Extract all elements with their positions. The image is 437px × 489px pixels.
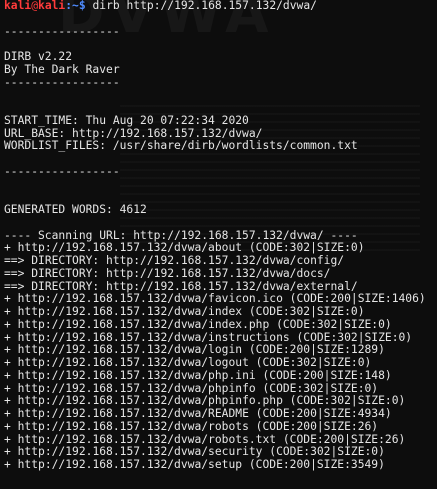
prompt-host: kali [38, 0, 66, 12]
result-text: http://192.168.157.132/dvwa/README (CODE… [17, 407, 392, 420]
banner-author: By The Dark Raver [4, 62, 120, 76]
result-marker: + [4, 292, 11, 306]
result-text: http://192.168.157.132/dvwa/setup (CODE:… [17, 458, 385, 471]
result-marker: + [4, 432, 11, 446]
result-line: + http://192.168.157.132/dvwa/setup (COD… [4, 458, 437, 472]
result-marker: + [4, 356, 11, 369]
result-text: http://192.168.157.132/dvwa/logout (CODE… [17, 356, 372, 369]
result-marker: + [4, 394, 11, 408]
result-marker: + [4, 407, 11, 420]
result-text: http://192.168.157.132/dvwa/robots.txt (… [17, 432, 406, 446]
result-text: http://192.168.157.132/dvwa/security (CO… [17, 445, 385, 459]
result-text: http://192.168.157.132/dvwa/login (CODE:… [17, 343, 385, 357]
result-marker: + [4, 458, 11, 471]
command-prompt-line: kali@kali:~$ dirb http://192.168.157.132… [4, 0, 437, 13]
scan-results-list: + http://192.168.157.132/dvwa/about (COD… [4, 241, 437, 472]
command-text: dirb http://192.168.157.132/dvwa/ [92, 0, 317, 12]
wordlist-files: WORDLIST_FILES: /usr/share/dirb/wordlist… [4, 139, 358, 153]
directory-arrow-icon: ==> [4, 254, 25, 267]
start-time: START_TIME: Thu Aug 20 07:22:34 2020 [4, 113, 249, 127]
generated-words: GENERATED WORDS: 4612 [4, 203, 147, 216]
result-text: http://192.168.157.132/dvwa/phpinfo (COD… [17, 381, 379, 395]
directory-arrow-icon: ==> [4, 279, 25, 293]
directory-text: DIRECTORY: http://192.168.157.132/dvwa/e… [31, 279, 358, 293]
banner-version: DIRB v2.22 [4, 50, 73, 63]
prompt-path: :~ [65, 0, 79, 12]
result-marker: + [4, 343, 11, 357]
separator-line: ----------------- [4, 164, 120, 178]
result-text: http://192.168.157.132/dvwa/index.php (C… [17, 317, 392, 331]
result-text: http://192.168.157.132/dvwa/robots (CODE… [17, 419, 379, 433]
result-marker: + [4, 368, 11, 382]
result-marker: + [4, 241, 11, 255]
separator-line: ----------------- [4, 75, 120, 89]
prompt-symbol: $ [78, 0, 86, 12]
result-marker: + [4, 419, 11, 433]
result-text: http://192.168.157.132/dvwa/index (CODE:… [17, 305, 365, 318]
result-marker: + [4, 330, 11, 344]
result-marker: + [4, 445, 11, 459]
result-text: http://192.168.157.132/dvwa/phpinfo.php … [17, 394, 406, 408]
prompt-at: @ [31, 0, 39, 12]
result-marker: + [4, 317, 11, 331]
result-text: http://192.168.157.132/dvwa/favicon.ico … [17, 292, 426, 306]
result-marker: + [4, 305, 11, 318]
prompt-user: kali [4, 0, 32, 12]
result-text: http://192.168.157.132/dvwa/about (CODE:… [17, 241, 365, 255]
terminal-window[interactable]: DVWA kali@kali:~$ dirb http://192.168.15… [0, 0, 437, 489]
result-text: http://192.168.157.132/dvwa/php.ini (COD… [17, 368, 392, 382]
directory-arrow-icon: ==> [4, 266, 25, 280]
result-text: http://192.168.157.132/dvwa/instructions… [17, 330, 413, 344]
result-marker: + [4, 381, 11, 395]
separator-line: ----------------- [4, 24, 120, 38]
directory-text: DIRECTORY: http://192.168.157.132/dvwa/c… [31, 254, 345, 267]
directory-text: DIRECTORY: http://192.168.157.132/dvwa/d… [31, 266, 331, 280]
